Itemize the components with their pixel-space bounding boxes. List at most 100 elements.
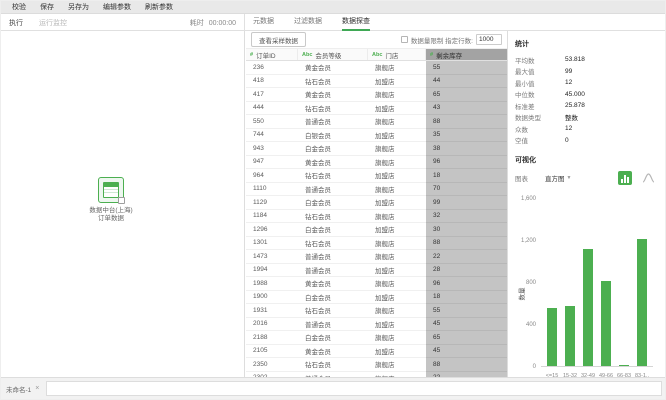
elapsed-value: 00:00:00: [209, 20, 236, 27]
y-tick-label: 400: [526, 322, 536, 328]
status-bar-field: [46, 381, 662, 396]
chart-type-select[interactable]: 直方图: [545, 173, 565, 183]
menu-item[interactable]: 校验: [5, 1, 33, 14]
column-header[interactable]: Abc门店: [368, 49, 426, 60]
stats-title: 统计: [515, 39, 661, 49]
table-cell: 32: [426, 210, 508, 224]
table-cell: 45: [426, 345, 508, 359]
table-row[interactable]: 550普通会员旗舰店88: [246, 115, 508, 129]
table-row[interactable]: 236黄金会员旗舰店55: [246, 61, 508, 75]
histogram-bar[interactable]: [637, 239, 647, 366]
table-cell: 普通会员: [298, 318, 368, 331]
stat-row: 空值0: [515, 135, 661, 147]
table-cell: 钻石会员: [298, 102, 368, 115]
table-cell: 旗舰店: [368, 156, 426, 169]
limit-checkbox[interactable]: [401, 36, 408, 43]
document-tab[interactable]: 未命名-1 ×: [6, 384, 39, 394]
table-cell: 18: [426, 291, 508, 305]
table-cell: 加盟店: [368, 264, 426, 277]
table-node-icon: [98, 177, 124, 203]
table-row[interactable]: 1473普通会员旗舰店22: [246, 250, 508, 264]
view-sample-data-button[interactable]: 查看采样数据: [251, 32, 306, 47]
y-axis: 1,6001,2008004000: [515, 199, 538, 367]
table-cell: 白金会员: [298, 223, 368, 236]
table-row[interactable]: 1931钻石会员旗舰店55: [246, 304, 508, 318]
table-cell: 96: [426, 156, 508, 170]
flow-canvas[interactable]: 数据中台(上海) 订单数据: [1, 31, 245, 379]
table-cell: 99: [426, 196, 508, 210]
table-cell: 55: [426, 61, 508, 75]
histogram-bar[interactable]: [619, 365, 629, 366]
stat-label: 空值: [515, 135, 565, 145]
menu-item[interactable]: 刷新参数: [138, 1, 180, 14]
table-row[interactable]: 2016普通会员加盟店45: [246, 318, 508, 332]
stat-row: 中位数45.000: [515, 89, 661, 101]
y-tick-label: 0: [533, 364, 536, 370]
table-cell: 旗舰店: [368, 210, 426, 223]
table-row[interactable]: 943白金会员旗舰店38: [246, 142, 508, 156]
table-row[interactable]: 1110普通会员旗舰店70: [246, 183, 508, 197]
table-cell: 普通会员: [298, 264, 368, 277]
stat-label: 标准差: [515, 101, 565, 111]
table-row[interactable]: 1988黄金会员旗舰店96: [246, 277, 508, 291]
table-cell: 加盟店: [368, 129, 426, 142]
table-row[interactable]: 1296白金会员加盟店30: [246, 223, 508, 237]
flow-node-order-data[interactable]: 数据中台(上海) 订单数据: [61, 177, 161, 223]
chevron-down-icon: ▼: [567, 175, 572, 181]
histogram-bar[interactable]: [583, 249, 593, 366]
table-cell: 2188: [246, 331, 298, 344]
table-cell: 钻石会员: [298, 358, 368, 371]
tab[interactable]: 数据探查: [342, 14, 370, 31]
histogram-chart: 数量 1,6001,2008004000 <=1515-3232-4949-66…: [515, 189, 661, 379]
table-cell: 236: [246, 61, 298, 74]
table-row[interactable]: 744白银会员加盟店35: [246, 129, 508, 143]
histogram-icon[interactable]: [618, 171, 632, 185]
table-row[interactable]: 2350钻石会员旗舰店88: [246, 358, 508, 372]
table-cell: 444: [246, 102, 298, 115]
run-monitor-button[interactable]: 运行监控: [39, 18, 67, 28]
tab[interactable]: 元数据: [253, 14, 274, 31]
table-cell: 1473: [246, 250, 298, 263]
stat-row: 最大值99: [515, 66, 661, 78]
table-row[interactable]: 964钻石会员加盟店18: [246, 169, 508, 183]
table-cell: 1994: [246, 264, 298, 277]
stat-value: 12: [565, 79, 572, 86]
table-row[interactable]: 1900白金会员加盟店18: [246, 291, 508, 305]
table-row[interactable]: 1301钻石会员旗舰店88: [246, 237, 508, 251]
table-row[interactable]: 947黄金会员旗舰店96: [246, 156, 508, 170]
table-cell: 88: [426, 358, 508, 372]
table-row[interactable]: 1129白金会员加盟店99: [246, 196, 508, 210]
table-row[interactable]: 444钻石会员加盟店43: [246, 102, 508, 116]
table-cell: 96: [426, 277, 508, 291]
table-row[interactable]: 1184钻石会员旗舰店32: [246, 210, 508, 224]
column-label: 订单ID: [256, 50, 276, 60]
table-cell: 1301: [246, 237, 298, 250]
table-row[interactable]: 1994普通会员加盟店28: [246, 264, 508, 278]
visualization-title: 可视化: [515, 155, 661, 165]
tab[interactable]: 过滤数据: [294, 14, 322, 31]
table-row[interactable]: 2105黄金会员加盟店45: [246, 345, 508, 359]
table-cell: 65: [426, 88, 508, 102]
stat-row: 数据类型整数: [515, 112, 661, 124]
limit-rows-input[interactable]: [476, 34, 502, 45]
column-header[interactable]: Abc会员等级: [298, 49, 368, 60]
column-label: 会员等级: [315, 50, 341, 60]
stat-label: 最小值: [515, 78, 565, 88]
menu-item[interactable]: 另存为: [61, 1, 96, 14]
histogram-bar[interactable]: [547, 308, 557, 366]
menu-item[interactable]: 保存: [33, 1, 61, 14]
histogram-bar[interactable]: [601, 281, 611, 366]
column-header[interactable]: #剩余库存: [426, 49, 508, 60]
table-row[interactable]: 418钻石会员加盟店44: [246, 75, 508, 89]
column-header[interactable]: #订单ID: [246, 49, 298, 60]
table-cell: 加盟店: [368, 318, 426, 331]
limit-label: 数据量限制 指定行数:: [411, 35, 473, 45]
table-row[interactable]: 417黄金会员旗舰店65: [246, 88, 508, 102]
menu-item[interactable]: 编辑参数: [96, 1, 138, 14]
table-cell: 30: [426, 223, 508, 237]
curve-icon[interactable]: [642, 172, 655, 183]
close-icon[interactable]: ×: [35, 385, 39, 392]
table-row[interactable]: 2188白金会员旗舰店65: [246, 331, 508, 345]
histogram-bar[interactable]: [565, 306, 575, 366]
run-button[interactable]: 执行: [9, 18, 23, 28]
